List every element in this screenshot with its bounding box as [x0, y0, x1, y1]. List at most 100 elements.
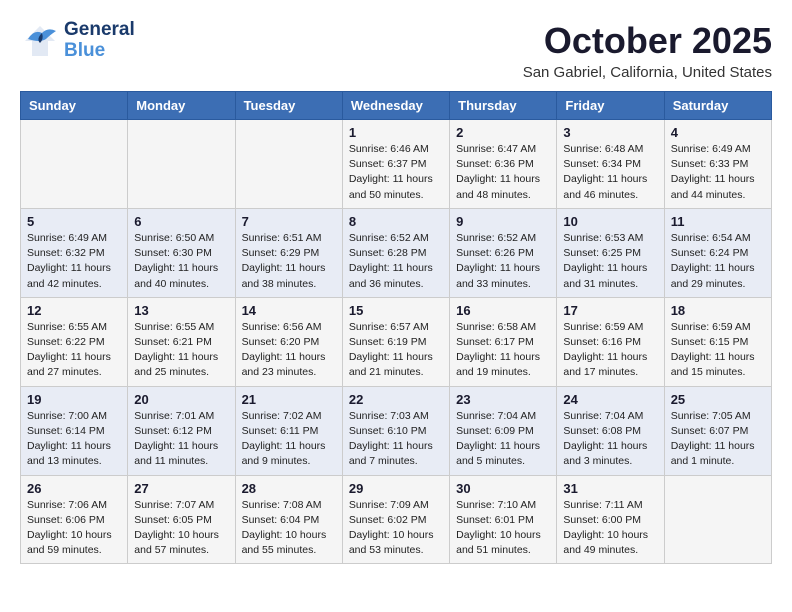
day-info: Sunrise: 7:09 AM Sunset: 6:02 PM Dayligh… [349, 498, 443, 559]
calendar-cell: 3Sunrise: 6:48 AM Sunset: 6:34 PM Daylig… [557, 120, 664, 209]
day-number: 2 [456, 125, 550, 140]
day-info: Sunrise: 6:55 AM Sunset: 6:22 PM Dayligh… [27, 320, 121, 381]
calendar-header-row: SundayMondayTuesdayWednesdayThursdayFrid… [21, 92, 772, 120]
calendar-cell: 4Sunrise: 6:49 AM Sunset: 6:33 PM Daylig… [664, 120, 771, 209]
calendar-cell [235, 120, 342, 209]
day-number: 13 [134, 303, 228, 318]
calendar-cell: 1 Sunrise: 6:46 AM Sunset: 6:37 PM Daylig… [342, 120, 449, 209]
calendar-cell: 28 Sunrise: 7:08 AM Sunset: 6:04 PM Dayli… [235, 475, 342, 564]
day-info: Sunrise: 7:06 AM Sunset: 6:06 PM Dayligh… [27, 498, 121, 559]
col-header-tuesday: Tuesday [235, 92, 342, 120]
calendar-cell: 14Sunrise: 6:56 AM Sunset: 6:20 PM Dayli… [235, 297, 342, 386]
day-info: Sunrise: 6:55 AM Sunset: 6:21 PM Dayligh… [134, 320, 228, 381]
calendar-cell: 6 Sunrise: 6:50 AM Sunset: 6:30 PM Daylig… [128, 208, 235, 297]
calendar-cell: 30 Sunrise: 7:10 AM Sunset: 6:01 PM Dayli… [450, 475, 557, 564]
calendar-cell: 25Sunrise: 7:05 AM Sunset: 6:07 PM Dayli… [664, 386, 771, 475]
day-number: 28 [242, 481, 336, 496]
title-section: October 2025 San Gabriel, California, Un… [523, 20, 772, 81]
day-number: 11 [671, 214, 765, 229]
day-info: Sunrise: 7:01 AM Sunset: 6:12 PM Dayligh… [134, 409, 228, 470]
calendar-cell: 8Sunrise: 6:52 AM Sunset: 6:28 PM Daylig… [342, 208, 449, 297]
logo: General Blue [20, 20, 135, 62]
day-number: 26 [27, 481, 121, 496]
calendar-cell: 21 Sunrise: 7:02 AM Sunset: 6:11 PM Dayli… [235, 386, 342, 475]
calendar-cell: 27Sunrise: 7:07 AM Sunset: 6:05 PM Dayli… [128, 475, 235, 564]
day-number: 27 [134, 481, 228, 496]
day-info: Sunrise: 6:51 AM Sunset: 6:29 PM Dayligh… [242, 231, 336, 292]
calendar-cell: 24 Sunrise: 7:04 AM Sunset: 6:08 PM Dayli… [557, 386, 664, 475]
calendar-cell [664, 475, 771, 564]
day-info: Sunrise: 7:08 AM Sunset: 6:04 PM Dayligh… [242, 498, 336, 559]
day-number: 6 [134, 214, 228, 229]
day-info: Sunrise: 6:47 AM Sunset: 6:36 PM Dayligh… [456, 142, 550, 203]
calendar-cell: 13 Sunrise: 6:55 AM Sunset: 6:21 PM Dayli… [128, 297, 235, 386]
day-number: 8 [349, 214, 443, 229]
day-info: Sunrise: 6:59 AM Sunset: 6:15 PM Dayligh… [671, 320, 765, 381]
col-header-friday: Friday [557, 92, 664, 120]
day-info: Sunrise: 6:49 AM Sunset: 6:32 PM Dayligh… [27, 231, 121, 292]
col-header-monday: Monday [128, 92, 235, 120]
day-number: 3 [563, 125, 657, 140]
day-number: 1 [349, 125, 443, 140]
logo-text: General Blue [64, 20, 135, 62]
day-number: 24 [563, 392, 657, 407]
calendar-cell [21, 120, 128, 209]
day-number: 15 [349, 303, 443, 318]
day-number: 14 [242, 303, 336, 318]
day-info: Sunrise: 7:02 AM Sunset: 6:11 PM Dayligh… [242, 409, 336, 470]
day-info: Sunrise: 6:46 AM Sunset: 6:37 PM Dayligh… [349, 142, 443, 203]
calendar-cell [128, 120, 235, 209]
calendar-cell: 7 Sunrise: 6:51 AM Sunset: 6:29 PM Daylig… [235, 208, 342, 297]
day-number: 12 [27, 303, 121, 318]
calendar-cell: 16 Sunrise: 6:58 AM Sunset: 6:17 PM Dayli… [450, 297, 557, 386]
day-info: Sunrise: 6:52 AM Sunset: 6:26 PM Dayligh… [456, 231, 550, 292]
day-info: Sunrise: 6:53 AM Sunset: 6:25 PM Dayligh… [563, 231, 657, 292]
day-info: Sunrise: 6:50 AM Sunset: 6:30 PM Dayligh… [134, 231, 228, 292]
day-number: 31 [563, 481, 657, 496]
day-number: 20 [134, 392, 228, 407]
calendar-cell: 29Sunrise: 7:09 AM Sunset: 6:02 PM Dayli… [342, 475, 449, 564]
day-info: Sunrise: 7:04 AM Sunset: 6:09 PM Dayligh… [456, 409, 550, 470]
day-number: 22 [349, 392, 443, 407]
day-number: 7 [242, 214, 336, 229]
calendar-cell: 15 Sunrise: 6:57 AM Sunset: 6:19 PM Dayli… [342, 297, 449, 386]
day-info: Sunrise: 6:57 AM Sunset: 6:19 PM Dayligh… [349, 320, 443, 381]
calendar-cell: 18Sunrise: 6:59 AM Sunset: 6:15 PM Dayli… [664, 297, 771, 386]
day-info: Sunrise: 7:11 AM Sunset: 6:00 PM Dayligh… [563, 498, 657, 559]
day-number: 30 [456, 481, 550, 496]
day-info: Sunrise: 7:04 AM Sunset: 6:08 PM Dayligh… [563, 409, 657, 470]
day-number: 23 [456, 392, 550, 407]
logo-blue: Blue [64, 41, 135, 62]
day-number: 17 [563, 303, 657, 318]
logo-general: General [64, 20, 135, 41]
page-header: General Blue October 2025 San Gabriel, C… [20, 20, 772, 81]
day-info: Sunrise: 6:54 AM Sunset: 6:24 PM Dayligh… [671, 231, 765, 292]
day-info: Sunrise: 6:49 AM Sunset: 6:33 PM Dayligh… [671, 142, 765, 203]
day-number: 9 [456, 214, 550, 229]
day-number: 5 [27, 214, 121, 229]
calendar-cell: 22 Sunrise: 7:03 AM Sunset: 6:10 PM Dayli… [342, 386, 449, 475]
day-info: Sunrise: 7:05 AM Sunset: 6:07 PM Dayligh… [671, 409, 765, 470]
day-info: Sunrise: 7:10 AM Sunset: 6:01 PM Dayligh… [456, 498, 550, 559]
day-info: Sunrise: 6:59 AM Sunset: 6:16 PM Dayligh… [563, 320, 657, 381]
calendar-cell: 5 Sunrise: 6:49 AM Sunset: 6:32 PM Daylig… [21, 208, 128, 297]
calendar-week-row: 26 Sunrise: 7:06 AM Sunset: 6:06 PM Dayli… [21, 475, 772, 564]
calendar-cell: 17 Sunrise: 6:59 AM Sunset: 6:16 PM Dayli… [557, 297, 664, 386]
calendar-cell: 9 Sunrise: 6:52 AM Sunset: 6:26 PM Daylig… [450, 208, 557, 297]
day-info: Sunrise: 6:58 AM Sunset: 6:17 PM Dayligh… [456, 320, 550, 381]
calendar-cell: 12 Sunrise: 6:55 AM Sunset: 6:22 PM Dayli… [21, 297, 128, 386]
calendar-cell: 26 Sunrise: 7:06 AM Sunset: 6:06 PM Dayli… [21, 475, 128, 564]
day-info: Sunrise: 7:03 AM Sunset: 6:10 PM Dayligh… [349, 409, 443, 470]
day-number: 16 [456, 303, 550, 318]
calendar-week-row: 5 Sunrise: 6:49 AM Sunset: 6:32 PM Daylig… [21, 208, 772, 297]
col-header-sunday: Sunday [21, 92, 128, 120]
calendar-cell: 23 Sunrise: 7:04 AM Sunset: 6:09 PM Dayli… [450, 386, 557, 475]
logo-icon [20, 21, 60, 61]
calendar-week-row: 1 Sunrise: 6:46 AM Sunset: 6:37 PM Daylig… [21, 120, 772, 209]
calendar-cell: 20 Sunrise: 7:01 AM Sunset: 6:12 PM Dayli… [128, 386, 235, 475]
calendar-table: SundayMondayTuesdayWednesdayThursdayFrid… [20, 91, 772, 564]
day-number: 21 [242, 392, 336, 407]
day-number: 19 [27, 392, 121, 407]
month-title: October 2025 [523, 20, 772, 62]
calendar-week-row: 19Sunrise: 7:00 AM Sunset: 6:14 PM Dayli… [21, 386, 772, 475]
